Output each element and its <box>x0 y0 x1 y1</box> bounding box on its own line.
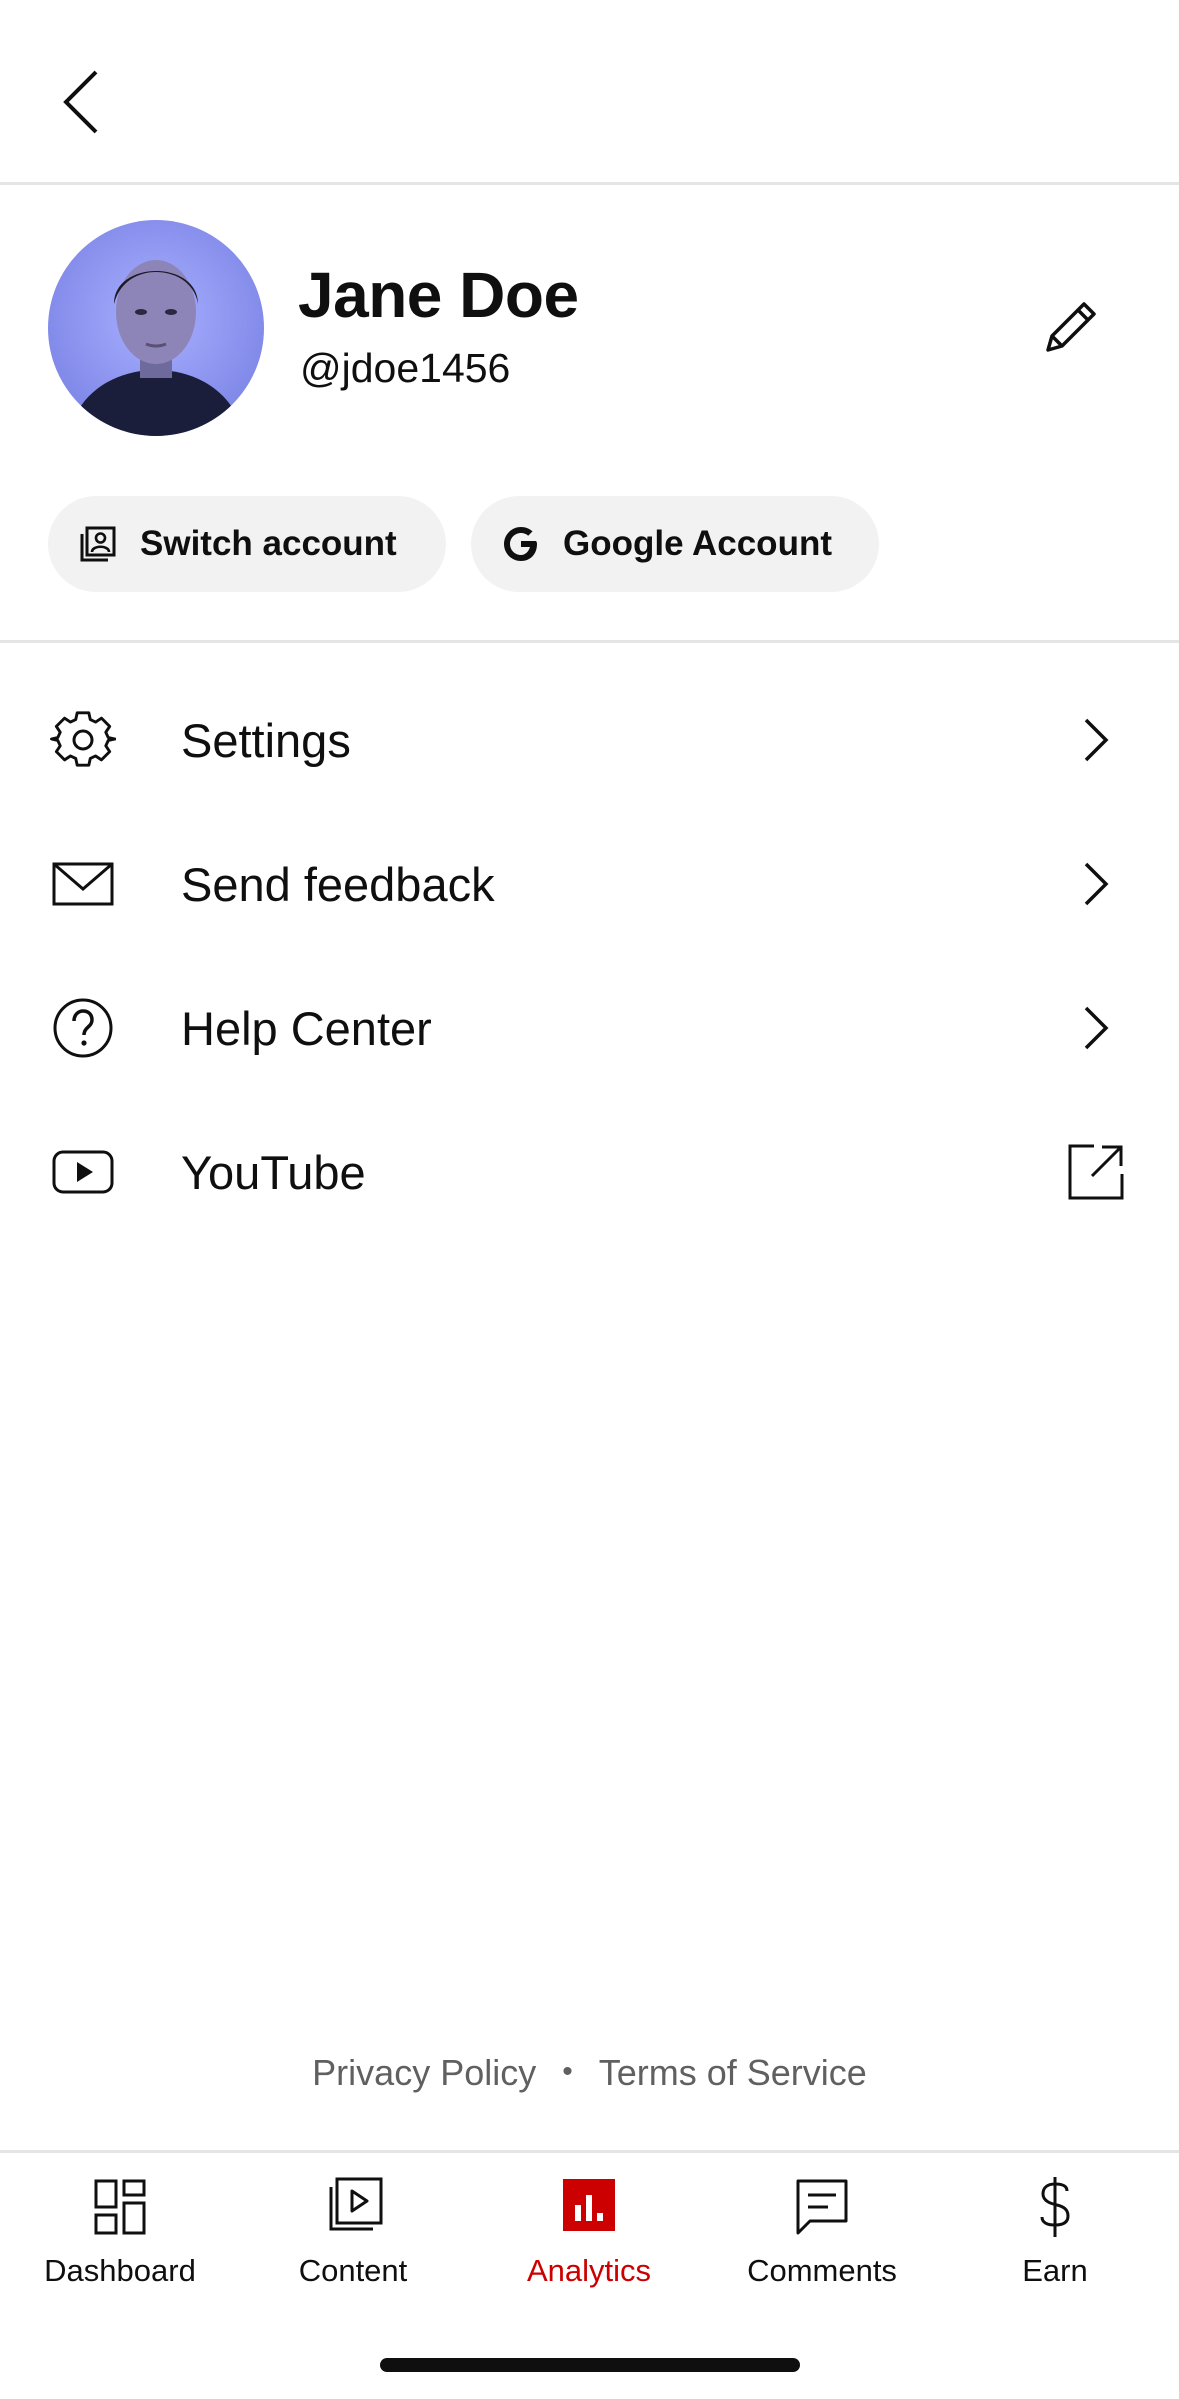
chevron-right-icon <box>1084 862 1109 906</box>
top-bar <box>0 0 1179 182</box>
google-g-icon <box>504 527 537 561</box>
edit-pencil-icon[interactable] <box>1040 296 1102 358</box>
tab-label: Comments <box>747 2253 897 2288</box>
dashboard-icon <box>94 2179 146 2235</box>
external-link-icon <box>1068 1144 1124 1200</box>
tab-earn[interactable]: Earn <box>955 2175 1155 2289</box>
switch-account-icon <box>80 526 116 562</box>
dollar-icon <box>1040 2177 1070 2237</box>
menu-item-label: Send feedback <box>181 857 495 911</box>
header-divider <box>0 182 1179 185</box>
menu-item-help-center[interactable]: Help Center <box>0 956 1179 1100</box>
mail-icon <box>52 862 114 906</box>
menu-item-label: Settings <box>181 713 351 767</box>
tab-label: Dashboard <box>44 2253 196 2288</box>
profile-name: Jane Doe <box>298 259 579 331</box>
google-account-button[interactable]: Google Account <box>471 496 879 592</box>
chevron-right-icon <box>1084 718 1109 762</box>
menu-item-label: YouTube <box>181 1145 366 1199</box>
tab-dashboard[interactable]: Dashboard <box>20 2175 220 2289</box>
google-account-label: Google Account <box>563 524 832 563</box>
menu-item-label: Help Center <box>181 1001 432 1055</box>
footer-separator: • <box>562 2055 573 2088</box>
gear-icon <box>50 711 116 767</box>
youtube-play-icon <box>52 1150 114 1194</box>
privacy-policy-link[interactable]: Privacy Policy <box>312 2052 536 2093</box>
terms-of-service-link[interactable]: Terms of Service <box>599 2052 867 2093</box>
switch-account-label: Switch account <box>140 524 397 563</box>
tab-comments[interactable]: Comments <box>722 2175 922 2289</box>
chevron-right-icon <box>1084 1006 1109 1050</box>
comments-icon <box>796 2179 848 2235</box>
tab-label: Analytics <box>526 2253 652 2288</box>
footer-links: Privacy Policy • Terms of Service <box>0 2052 1179 2094</box>
switch-account-button[interactable]: Switch account <box>48 496 446 592</box>
tab-label: Content <box>298 2253 408 2288</box>
back-arrow-icon[interactable] <box>52 62 112 142</box>
menu-item-youtube[interactable]: YouTube <box>0 1100 1179 1244</box>
avatar <box>48 220 264 436</box>
help-icon <box>53 998 113 1058</box>
menu-item-send-feedback[interactable]: Send feedback <box>0 812 1179 956</box>
tab-analytics[interactable]: Analytics <box>489 2175 689 2289</box>
tab-content[interactable]: Content <box>253 2175 453 2289</box>
tab-label: Earn <box>1022 2253 1088 2288</box>
section-divider <box>0 640 1179 643</box>
analytics-icon <box>563 2179 615 2231</box>
home-indicator <box>380 2358 800 2372</box>
menu-item-settings[interactable]: Settings <box>0 668 1179 812</box>
profile-handle: @jdoe1456 <box>300 345 511 391</box>
content-icon <box>329 2177 383 2231</box>
